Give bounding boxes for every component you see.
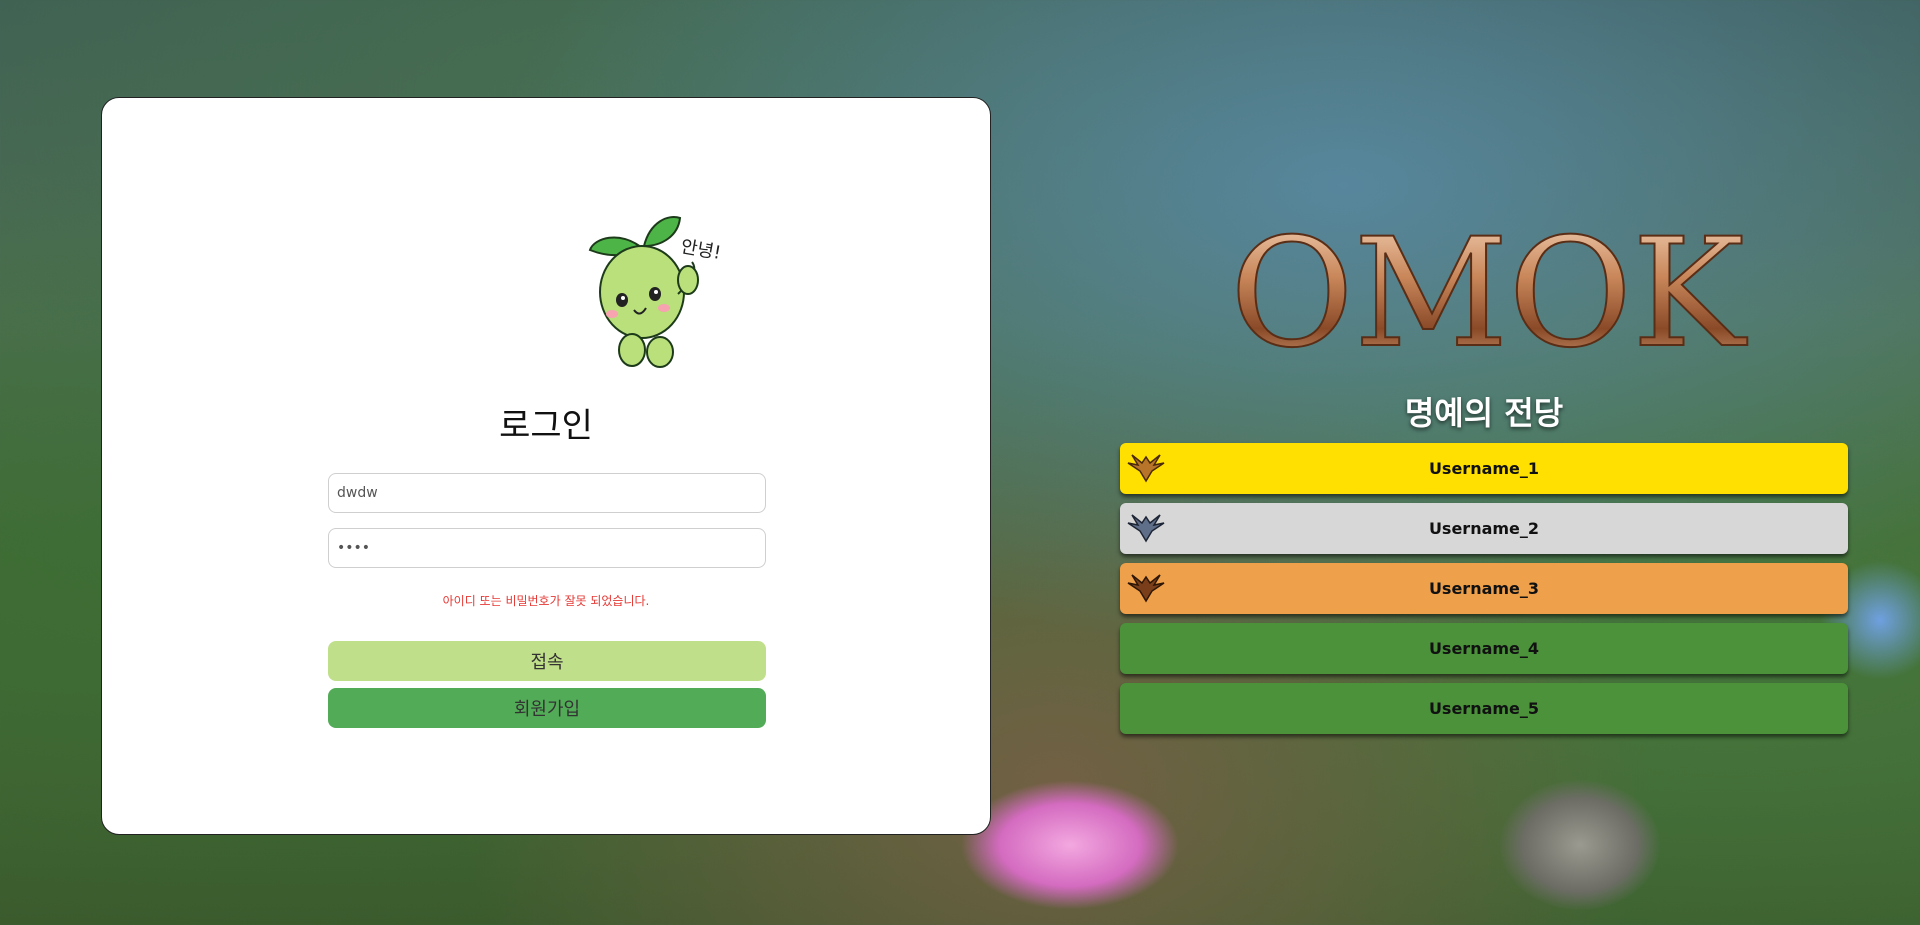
hall-of-fame-row: Username_2 bbox=[1120, 503, 1848, 554]
hall-of-fame-row: Username_5 bbox=[1120, 683, 1848, 734]
gold-eagle-icon bbox=[1127, 454, 1165, 483]
signup-button[interactable]: 회원가입 bbox=[328, 688, 766, 728]
background-rock bbox=[1500, 780, 1660, 910]
omok-logo: OMOK bbox=[1230, 206, 1749, 365]
silver-eagle-icon bbox=[1127, 514, 1165, 543]
hall-of-fame-row: Username_1 bbox=[1120, 443, 1848, 494]
bronze-eagle-icon bbox=[1127, 574, 1165, 603]
rank-username: Username_2 bbox=[1428, 519, 1540, 538]
error-message: 아이디 또는 비밀번호가 잘못 되었습니다. bbox=[442, 594, 650, 608]
username-input[interactable] bbox=[328, 473, 766, 513]
rank-username: Username_1 bbox=[1428, 459, 1540, 478]
connect-button[interactable]: 접속 bbox=[328, 641, 766, 681]
mascot-caption: 안녕! bbox=[679, 236, 722, 264]
logo-text: OMOK bbox=[1230, 207, 1748, 365]
login-title: 로그인 bbox=[499, 406, 593, 446]
rank-username: Username_4 bbox=[1428, 639, 1540, 658]
password-input[interactable] bbox=[328, 528, 766, 568]
mascot-image: 안녕! bbox=[588, 216, 723, 368]
login-card: 안녕! 로그인 아이디 또는 비밀번호가 잘못 되었습니다. 접속 회원가입 bbox=[101, 97, 991, 835]
background-scenery bbox=[960, 780, 1180, 910]
rank-username: Username_3 bbox=[1428, 579, 1540, 598]
rank-username: Username_5 bbox=[1428, 699, 1540, 718]
hall-of-fame-row: Username_4 bbox=[1120, 623, 1848, 674]
hall-of-fame-row: Username_3 bbox=[1120, 563, 1848, 614]
hall-of-fame-title: 명예의 전당 bbox=[1404, 394, 1564, 432]
